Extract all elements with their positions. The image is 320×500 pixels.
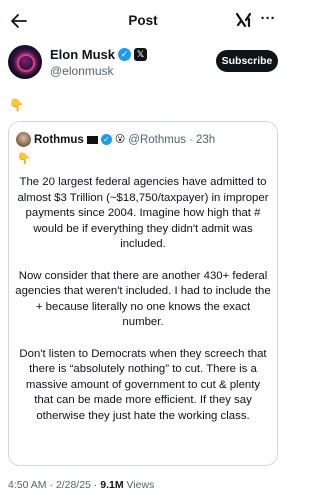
black-flag-icon	[86, 135, 98, 144]
quoted-post-body: The 20 largest federal agencies have adm…	[15, 175, 271, 440]
quoted-paragraph: Now consider that there are another 430+…	[15, 269, 271, 329]
views-label: Views	[126, 479, 155, 491]
subscribe-button[interactable]: Subscribe	[216, 50, 278, 72]
top-bar: Post ···	[0, 0, 286, 44]
quoted-emoji: 😮	[114, 134, 126, 145]
quoted-avatar[interactable]	[16, 132, 31, 147]
quoted-pointer-emoji: 👇	[17, 153, 31, 165]
quoted-paragraph: The 20 largest federal agencies have adm…	[17, 176, 269, 251]
post-author: Elon Musk ✓ 𝕏 @elonmusk Subscribe	[8, 45, 278, 83]
quoted-post-header: Rothmus ✓ 😮 @Rothmus · 23h	[16, 132, 215, 147]
post-meta: 4:50 AM · 2/28/25 · 9.1M Views	[8, 479, 154, 491]
quoted-author-handle[interactable]: @Rothmus	[128, 134, 186, 146]
author-name-row: Elon Musk ✓ 𝕏	[50, 47, 148, 62]
more-icon[interactable]: ···	[258, 10, 278, 30]
verified-badge-icon: ✓	[100, 134, 112, 145]
author-name[interactable]: Elon Musk	[50, 47, 115, 62]
quoted-paragraph: Don't listen to Democrats when they scre…	[19, 347, 267, 422]
post-timestamp[interactable]: 4:50 AM · 2/28/25 ·	[8, 479, 97, 491]
quoted-post-time: · 23h	[188, 133, 216, 146]
author-handle[interactable]: @elonmusk	[50, 64, 114, 78]
views-count: 9.1M	[100, 479, 124, 491]
quoted-author-name[interactable]: Rothmus	[34, 134, 84, 146]
x-affiliation-icon: 𝕏	[134, 48, 148, 61]
quoted-post-card[interactable]: Rothmus ✓ 😮 @Rothmus · 23h 👇 The 20 larg…	[8, 121, 278, 466]
grok-icon[interactable]	[234, 10, 254, 30]
verified-badge-icon: ✓	[118, 48, 132, 61]
post-text: 👇	[9, 98, 24, 112]
avatar[interactable]	[8, 45, 42, 79]
